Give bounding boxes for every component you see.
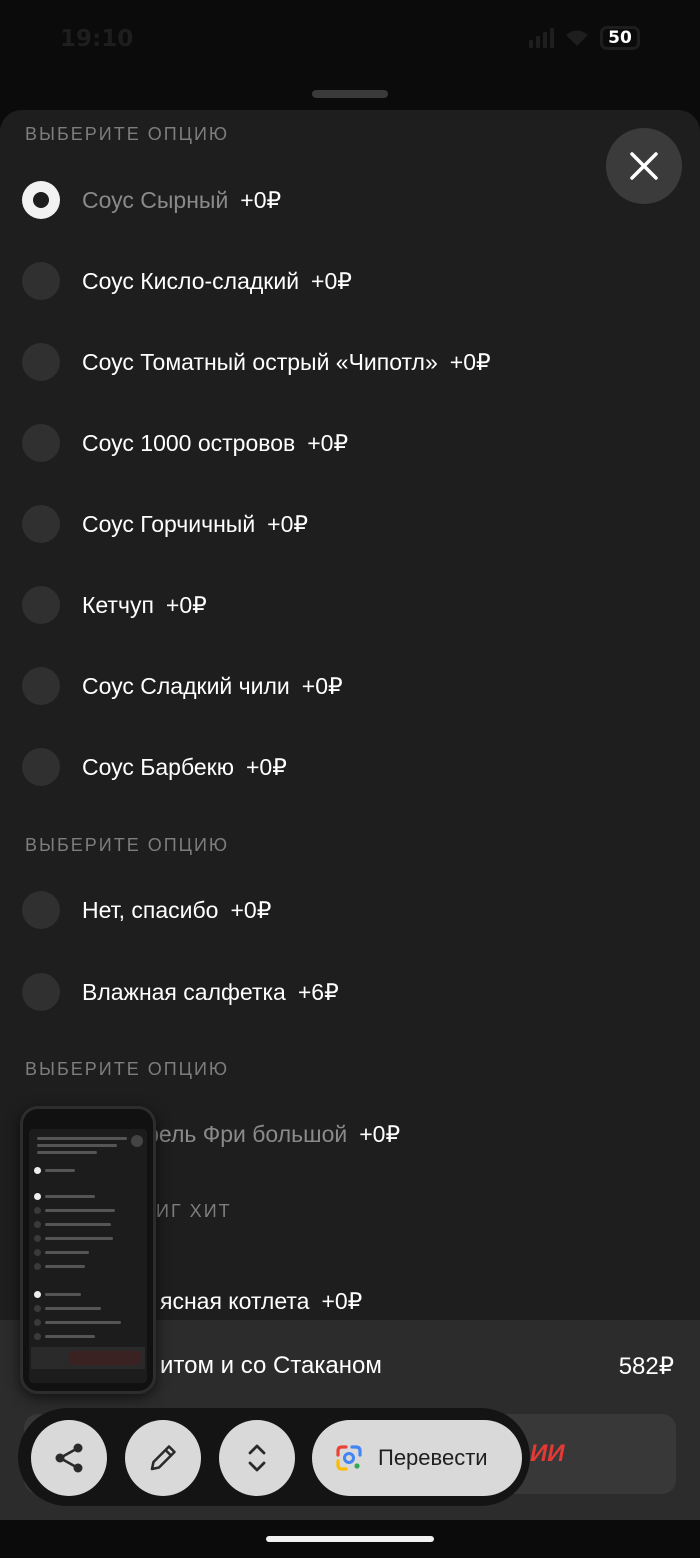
option-kartofel-fri[interactable]: фель Фри большой +0₽ <box>140 1104 700 1164</box>
add-to-cart-label: ИИ <box>530 1440 565 1467</box>
option-price: +0₽ <box>301 672 343 699</box>
option-label: фель Фри большой <box>140 1120 348 1147</box>
radio-icon[interactable] <box>22 667 60 705</box>
section-title: ВЫБЕРИТЕ ОПЦИЮ <box>25 1059 230 1079</box>
radio-icon[interactable] <box>22 973 60 1011</box>
option-label: Соус Сырный <box>82 186 229 213</box>
google-lens-icon <box>336 1445 362 1471</box>
expand-icon <box>248 1444 266 1472</box>
battery-icon: 50 <box>600 26 640 50</box>
summary-price: 582₽ <box>618 1353 674 1380</box>
home-indicator[interactable] <box>266 1536 434 1542</box>
option-price: +0₽ <box>359 1120 401 1147</box>
option-ketchup[interactable]: Кетчуп +0₽ <box>22 575 662 635</box>
option-sous-chipotl[interactable]: Соус Томатный острый «Чипотл» +0₽ <box>22 332 662 392</box>
share-button[interactable] <box>31 1420 107 1496</box>
thumbnail-preview <box>29 1129 147 1383</box>
share-icon <box>55 1443 83 1473</box>
status-bar: 19:10 50 <box>0 0 700 80</box>
option-price: +0₽ <box>165 591 207 618</box>
translate-label: Перевести <box>378 1445 488 1470</box>
option-vlazhnaya-salfetka[interactable]: Влажная салфетка +6₽ <box>22 962 662 1022</box>
option-price: +0₽ <box>449 348 491 375</box>
option-price: +0₽ <box>240 186 282 213</box>
status-icons: 50 <box>529 26 640 50</box>
option-label: Соус Кисло-сладкий <box>82 267 300 294</box>
option-price: +0₽ <box>307 429 349 456</box>
radio-icon[interactable] <box>22 586 60 624</box>
close-icon <box>630 152 658 180</box>
option-price: +0₽ <box>267 510 309 537</box>
status-time: 19:10 <box>60 26 134 52</box>
radio-icon[interactable] <box>22 262 60 300</box>
option-label: Нет, спасибо <box>82 896 219 923</box>
option-label: Соус Горчичный <box>82 510 256 537</box>
wifi-icon <box>566 30 588 46</box>
option-price: +0₽ <box>230 896 272 923</box>
option-sous-syrny[interactable]: Соус Сырный +0₽ <box>22 170 662 230</box>
summary-product-name: итом и со Стаканом <box>160 1352 382 1379</box>
expand-button[interactable] <box>219 1420 295 1496</box>
radio-selected-icon[interactable] <box>22 181 60 219</box>
option-sous-sladkiy-chili[interactable]: Соус Сладкий чили +0₽ <box>22 656 662 716</box>
option-net-spasibo[interactable]: Нет, спасибо +0₽ <box>22 880 662 940</box>
option-sous-barbekyu[interactable]: Соус Барбекю +0₽ <box>22 737 662 797</box>
translate-button[interactable]: Перевести <box>312 1420 522 1496</box>
option-sous-gorchichny[interactable]: Соус Горчичный +0₽ <box>22 494 662 554</box>
option-label: Соус Барбекю <box>82 753 234 780</box>
option-price: +0₽ <box>321 1287 363 1314</box>
option-label: Соус Сладкий чили <box>82 672 290 699</box>
radio-icon[interactable] <box>22 343 60 381</box>
signal-icon <box>529 28 554 48</box>
radio-icon[interactable] <box>22 748 60 786</box>
option-sous-1000[interactable]: Соус 1000 островов +0₽ <box>22 413 662 473</box>
option-label: Соус Томатный острый «Чипотл» <box>82 348 438 375</box>
radio-icon[interactable] <box>22 505 60 543</box>
option-sous-kislo-sladkiy[interactable]: Соус Кисло-сладкий +0₽ <box>22 251 662 311</box>
pencil-icon <box>150 1445 176 1471</box>
option-price: +0₽ <box>311 267 352 294</box>
radio-icon[interactable] <box>22 424 60 462</box>
option-price: +0₽ <box>245 753 287 780</box>
thumbnail-close-icon <box>131 1135 143 1147</box>
section-title: ВЫБЕРИТЕ ОПЦИЮ <box>25 124 230 144</box>
option-price: +6₽ <box>297 978 339 1005</box>
section-title: ВЫБЕРИТЕ ОПЦИЮ <box>25 835 230 855</box>
sheet-drag-handle[interactable] <box>312 90 388 98</box>
option-label: Кетчуп <box>82 591 154 618</box>
edit-button[interactable] <box>125 1420 201 1496</box>
close-button[interactable] <box>606 128 682 204</box>
option-label: Соус 1000 островов <box>82 429 296 456</box>
radio-icon[interactable] <box>22 891 60 929</box>
option-label: ясная котлета <box>160 1287 310 1314</box>
screenshot-thumbnail[interactable] <box>20 1106 156 1394</box>
option-label: Влажная салфетка <box>82 978 286 1005</box>
section-title: ИГ ХИТ <box>156 1201 232 1221</box>
